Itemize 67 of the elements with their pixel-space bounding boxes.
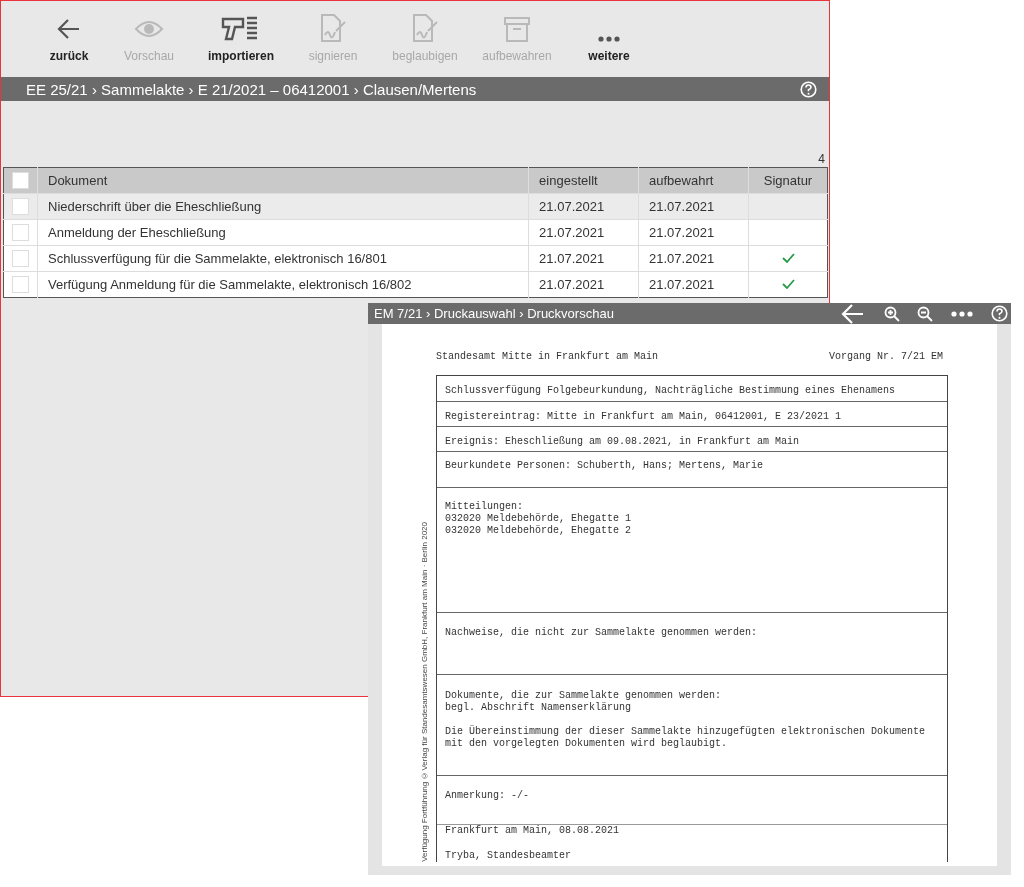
archive-box-icon	[502, 15, 532, 43]
document-text: Nachweise, die nicht zur Sammelakte genommen werden:	[445, 627, 758, 639]
table-cell: Schlussverfügung für die Sammelakte, elektronisch 16/801	[37, 245, 529, 272]
margin-note: Verfügung Fortführung ©Verlag für Standesamtswesen GmbH, Frankfurt am Main · Berlin 2020	[420, 522, 429, 862]
breadcrumb-text: EM 7/21 › Druckauswahl › Druckvorschau	[374, 306, 615, 321]
document-text: 032020 Meldebehörde, Ehegatte 1	[445, 513, 632, 525]
document-text: Schlussverfügung Folgebeurkundung, Nachträgliche Bestimmung eines Ehenamens	[445, 385, 896, 397]
row-checkbox[interactable]	[12, 276, 29, 293]
toolbar-label: aufbewahren	[482, 49, 552, 63]
table-cell: Niederschrift über die Eheschließung	[37, 193, 529, 220]
document-text: Registereintrag: Mitte in Frankfurt am Main, 06412001, E 23/2021 1	[445, 411, 842, 423]
toolbar-label: importieren	[208, 49, 274, 63]
table-cell: 21.07.2021	[528, 271, 639, 298]
document-pen-icon	[318, 13, 348, 43]
table-row[interactable]: Anmeldung der Eheschließung 21.07.2021 21.07.2021	[3, 219, 828, 246]
zoom-out-icon[interactable]	[917, 305, 933, 322]
column-header[interactable]: Signatur	[748, 167, 828, 194]
select-all-checkbox[interactable]	[12, 172, 29, 189]
document-text: Frankfurt am Main, 08.08.2021	[445, 825, 620, 837]
toolbar-button[interactable]: weitere	[563, 7, 655, 66]
table-cell: 21.07.2021	[528, 245, 639, 272]
document-text: Ereignis: Eheschließung am 09.08.2021, in Frankfurt am Main	[445, 436, 800, 448]
more-icon	[597, 35, 621, 43]
document-text: Die Übereinstimmung der dieser Sammelakte hinzugefügten elektronischen Dokumente	[445, 726, 926, 738]
table-cell: 21.07.2021	[638, 193, 749, 220]
table-row[interactable]: Niederschrift über die Eheschließung 21.07.2021 21.07.2021	[3, 193, 828, 220]
checkmark-icon	[781, 279, 795, 289]
toolbar-label: weitere	[588, 49, 630, 63]
table-row[interactable]: Verfügung Anmeldung für die Sammelakte, elektronisch 16/802 21.07.2021 21.07.2021	[3, 271, 828, 298]
column-header[interactable]: aufbewahrt	[638, 167, 749, 194]
table-row[interactable]: Schlussverfügung für die Sammelakte, elektronisch 16/801 21.07.2021 21.07.2021	[3, 245, 828, 272]
help-icon[interactable]	[800, 80, 817, 98]
table-cell: 21.07.2021	[638, 245, 749, 272]
document-pen-icon	[410, 13, 440, 43]
table-cell: Anmeldung der Eheschließung	[37, 219, 529, 246]
more-icon[interactable]	[950, 309, 974, 318]
document-text: Anmerkung: -/-	[445, 790, 529, 802]
column-header[interactable]: Dokument	[37, 167, 529, 194]
document-text: Mitteilungen:	[445, 501, 523, 513]
table-cell: Verfügung Anmeldung für die Sammelakte, elektronisch 16/802	[37, 271, 529, 298]
toolbar-button[interactable]: zurück	[35, 7, 103, 66]
document-text: mit den vorgelegten Dokumenten wird beglaubigt.	[445, 738, 728, 750]
toolbar-label: signieren	[308, 49, 358, 63]
document-text: Beurkundete Personen: Schuberth, Hans; Mertens, Marie	[445, 460, 764, 472]
checkmark-icon	[781, 253, 795, 263]
document-text: Tryba, Standesbeamter	[445, 850, 572, 862]
document-text: begl. Abschrift Namenserklärung	[445, 702, 632, 714]
toolbar-label: beglaubigen	[392, 49, 458, 63]
zoom-in-icon[interactable]	[884, 305, 900, 322]
document-header: Vorgang Nr. 7/21 EM	[828, 351, 943, 362]
document-text: Dokumente, die zur Sammelakte genommen werden:	[445, 690, 722, 702]
row-checkbox[interactable]	[12, 224, 29, 241]
document-count: 4	[817, 152, 825, 166]
table-cell: 21.07.2021	[528, 219, 639, 246]
document-text: 032020 Meldebehörde, Ehegatte 2	[445, 525, 632, 537]
toolbar-label: Vorschau	[123, 49, 174, 63]
row-checkbox[interactable]	[12, 250, 29, 267]
breadcrumb-text: EE 25/21 › Sammelakte › E 21/2021 – 06412001 › Clausen/Mertens	[26, 80, 477, 98]
toolbar-button[interactable]: importieren	[195, 7, 287, 66]
column-header[interactable]: eingestellt	[528, 167, 639, 194]
table-cell: 21.07.2021	[638, 271, 749, 298]
toolbar-label: zurück	[49, 49, 89, 63]
row-checkbox[interactable]	[12, 198, 29, 215]
document-header: Standesamt Mitte in Frankfurt am Main	[436, 351, 659, 362]
help-icon[interactable]	[991, 305, 1008, 322]
table-cell: 21.07.2021	[638, 219, 749, 246]
table-cell: 21.07.2021	[528, 193, 639, 220]
